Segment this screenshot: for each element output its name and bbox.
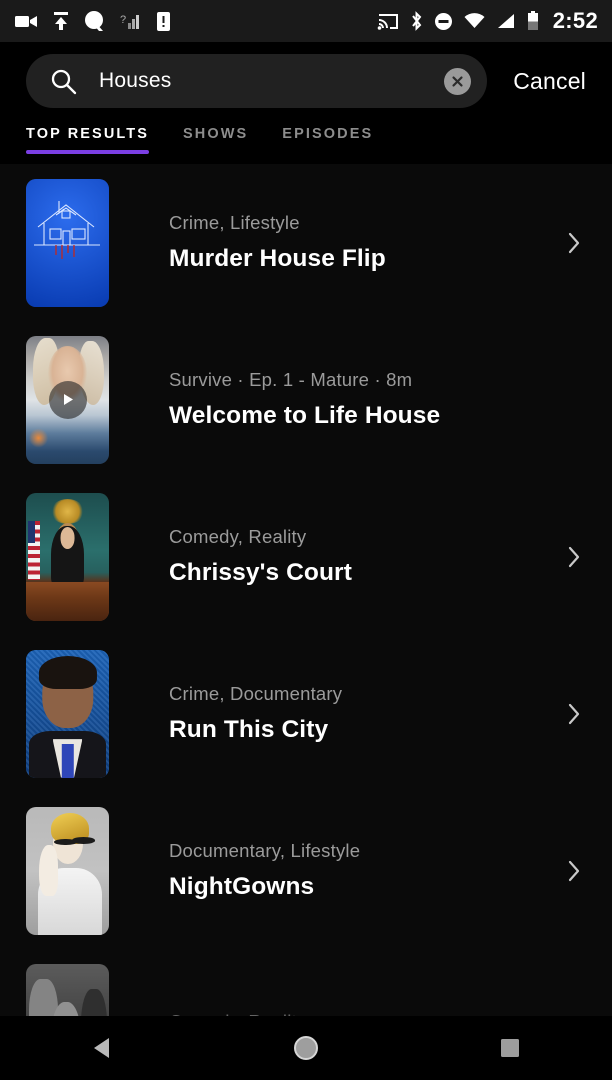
- chevron-right-icon[interactable]: [562, 859, 586, 883]
- cast-icon: [377, 13, 398, 30]
- tab-episodes[interactable]: EPISODES: [282, 126, 373, 154]
- search-results-list[interactable]: Crime, Lifestyle Murder House Flip Survi…: [0, 164, 612, 1016]
- result-genre: Survive · Ep. 1 - Mature · 8m: [169, 369, 413, 390]
- play-icon[interactable]: [48, 380, 87, 419]
- person-shape: [80, 989, 108, 1016]
- recents-square-icon[interactable]: [465, 1016, 555, 1080]
- result-row-partial[interactable]: Comedy, Reality: [0, 949, 612, 1016]
- battery-icon: [527, 11, 538, 30]
- device-alert-icon: [157, 11, 170, 31]
- bench-shape: [26, 582, 109, 621]
- search-input[interactable]: Houses: [26, 54, 488, 108]
- result-text: Comedy, Reality Chrissy's Court: [169, 526, 562, 587]
- result-title: Welcome to Life House: [169, 402, 441, 429]
- court-seal-shape: [50, 498, 85, 525]
- grayscale-group-art: [26, 963, 109, 1016]
- result-thumbnail: [26, 806, 109, 935]
- result-title: Murder House Flip: [169, 245, 386, 272]
- cellular-signal-icon: [497, 14, 514, 28]
- android-nav-bar: [0, 1016, 612, 1080]
- signal-unknown-icon: ?: [120, 14, 139, 29]
- result-thumbnail: [26, 178, 109, 307]
- status-bar-clock: 2:52: [552, 8, 598, 33]
- status-bar: ? 2:52: [0, 0, 612, 42]
- app-screen: ? 2:52 Houses Cancel TOP RESULTS SHOWS E…: [0, 0, 612, 1080]
- arm-shape: [39, 844, 58, 897]
- result-thumbnail: [26, 649, 109, 778]
- result-text: Survive · Ep. 1 - Mature · 8m Welcome to…: [169, 369, 562, 430]
- result-row-run-this-city[interactable]: Crime, Documentary Run This City: [0, 635, 612, 792]
- status-bar-left-icons: ?: [14, 10, 171, 32]
- close-circle-icon[interactable]: [444, 67, 472, 95]
- result-genre: Documentary, Lifestyle: [169, 840, 361, 861]
- do-not-disturb-icon: [434, 12, 452, 30]
- result-thumbnail: [26, 492, 109, 621]
- wifi-icon: [464, 13, 485, 28]
- search-icon: [51, 69, 77, 94]
- chevron-right-icon[interactable]: [562, 545, 586, 569]
- tab-bar: TOP RESULTS SHOWS EPISODES: [0, 120, 612, 164]
- tab-top-results[interactable]: TOP RESULTS: [26, 126, 150, 154]
- result-genre: Crime, Documentary: [169, 683, 343, 704]
- search-input-value: Houses: [99, 69, 172, 92]
- eye-makeup-right-shape: [71, 837, 95, 844]
- face-shape: [60, 527, 75, 549]
- upload-icon: [54, 12, 68, 30]
- bluetooth-icon: [411, 11, 422, 31]
- tab-shows-label: SHOWS: [183, 126, 249, 142]
- drag-performer-art: [26, 806, 109, 935]
- result-thumbnail: [26, 335, 109, 464]
- result-title: NightGowns: [169, 873, 315, 900]
- result-genre: Comedy, Reality: [169, 526, 307, 547]
- chevron-right-icon[interactable]: [562, 231, 586, 255]
- result-row-nightgowns[interactable]: Documentary, Lifestyle NightGowns: [0, 792, 612, 949]
- result-text: Crime, Lifestyle Murder House Flip: [169, 212, 562, 273]
- cancel-button[interactable]: Cancel: [513, 68, 586, 95]
- result-text: Crime, Documentary Run This City: [169, 683, 562, 744]
- person-shape: [29, 978, 58, 1016]
- courtroom-art: [26, 492, 109, 621]
- tab-episodes-label: EPISODES: [282, 126, 374, 142]
- status-bar-right-icons: 2:52: [377, 8, 598, 34]
- chevron-right-icon[interactable]: [562, 702, 586, 726]
- result-title: Chrissy's Court: [169, 559, 352, 586]
- search-bar: Houses Cancel: [0, 42, 612, 120]
- tie-shape: [61, 744, 74, 778]
- svg-text:?: ?: [120, 14, 126, 26]
- result-title: Run This City: [169, 716, 329, 743]
- home-circle-icon[interactable]: [261, 1016, 351, 1080]
- result-genre: Crime, Lifestyle: [169, 212, 300, 233]
- close-icon: [452, 75, 463, 87]
- result-text: Documentary, Lifestyle NightGowns: [169, 840, 562, 901]
- camcorder-icon: [15, 16, 37, 27]
- result-row-chrissys-court[interactable]: Comedy, Reality Chrissy's Court: [0, 478, 612, 635]
- tab-active-underline: [26, 150, 150, 154]
- result-row-welcome-to-life-house[interactable]: Survive · Ep. 1 - Mature · 8m Welcome to…: [0, 321, 612, 478]
- us-flag-shape: [27, 520, 41, 580]
- tab-top-results-label: TOP RESULTS: [26, 126, 150, 142]
- flame-glow-shape: [29, 427, 48, 449]
- hair-shape: [38, 655, 97, 690]
- result-thumbnail: [26, 963, 109, 1016]
- tab-shows[interactable]: SHOWS: [183, 126, 248, 154]
- assistant-icon: [85, 11, 103, 31]
- house-line-art-icon: [34, 200, 100, 259]
- back-triangle-icon[interactable]: [57, 1016, 147, 1080]
- result-row-murder-house-flip[interactable]: Crime, Lifestyle Murder House Flip: [0, 164, 612, 321]
